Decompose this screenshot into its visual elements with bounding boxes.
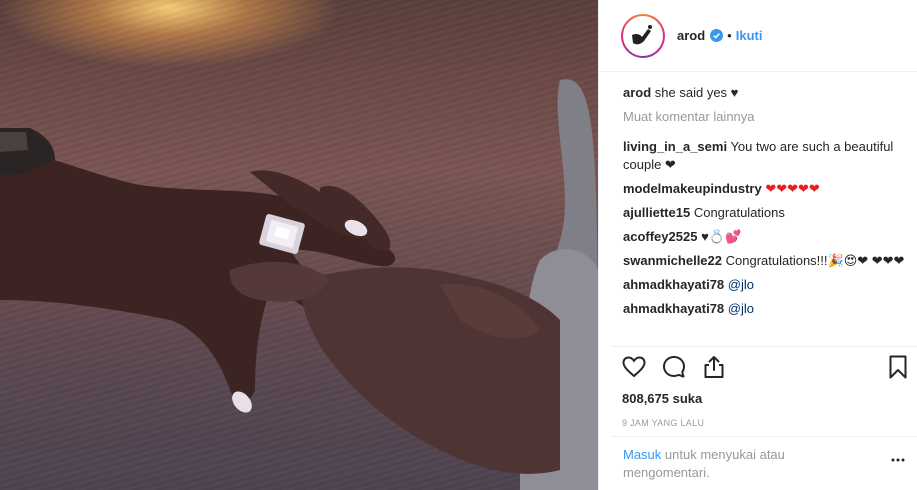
comment-row: ahmadkhayati78 @jlo [623,300,905,318]
comment-row: living_in_a_semi You two are such a beau… [623,138,905,174]
comment-text: Congratulations!!!🎉😍❤ ❤❤❤ [725,253,905,268]
comment-username[interactable]: acoffey2525 [623,229,697,244]
comment-row: ahmadkhayati78 @jlo [623,276,905,294]
comment-row: acoffey2525 ♥💍💕 [623,228,905,246]
comment-row: ajulliette15 Congratulations [623,204,905,222]
comment-row: modelmakeupindustry ❤❤❤❤❤ [623,180,905,198]
separator-dot: • [727,28,732,43]
comment-username[interactable]: living_in_a_semi [623,139,727,154]
more-options-icon[interactable] [891,455,905,465]
hands-illustration [0,79,598,490]
caption-text: she said yes ♥ [654,85,739,100]
login-prompt: Masuk untuk menyukai atau mengomentari. [623,446,833,482]
comment-text: Congratulations [693,205,785,220]
comment-username[interactable]: ajulliette15 [623,205,690,220]
login-link[interactable]: Masuk [623,447,661,462]
comment-username[interactable]: swanmichelle22 [623,253,722,268]
avatar-logo-icon [632,24,652,44]
comment-text[interactable]: @jlo [728,301,754,316]
comment-username[interactable]: ahmadkhayati78 [623,277,724,292]
caption: arod she said yes ♥ [623,84,905,102]
likes-count[interactable]: 808,675 suka [622,391,702,406]
post-username[interactable]: arod [677,28,705,43]
bookmark-icon[interactable] [885,354,911,380]
avatar[interactable] [621,13,665,58]
post-photo [0,0,598,490]
divider [611,436,917,437]
divider [611,346,917,347]
comment-text: ♥💍💕 [701,229,742,244]
follow-button[interactable]: Ikuti [736,28,763,43]
comment-text[interactable]: @jlo [728,277,754,292]
comment-text: ❤❤❤❤❤ [765,181,820,196]
comment-username[interactable]: ahmadkhayati78 [623,301,724,316]
comment-row: swanmichelle22 Congratulations!!!🎉😍❤ ❤❤❤ [623,252,905,270]
share-upload-icon[interactable] [701,354,727,380]
comments-list: arod she said yes ♥ Muat komentar lainny… [623,84,905,344]
comment-username[interactable]: modelmakeupindustry [623,181,762,196]
heart-outline-icon[interactable] [621,354,647,380]
post-timestamp[interactable]: 9 JAM YANG LALU [622,418,704,428]
verified-badge-icon [710,29,724,42]
caption-username[interactable]: arod [623,85,651,100]
load-more-comments[interactable]: Muat komentar lainnya [623,108,905,126]
comment-bubble-icon[interactable] [661,354,687,380]
post-header: arod • Ikuti [599,0,917,72]
post-sidebar: arod • Ikuti arod she said yes ♥ Muat ko… [598,0,917,490]
action-bar [621,354,911,384]
